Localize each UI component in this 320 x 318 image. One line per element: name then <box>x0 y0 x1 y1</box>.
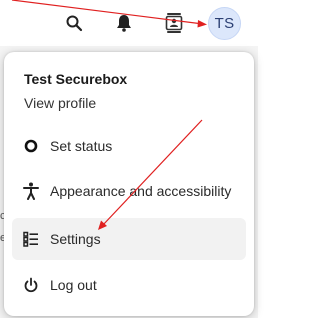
contacts-icon[interactable] <box>161 10 187 36</box>
status-ring-icon <box>21 136 41 156</box>
account-menu: Test Securebox View profile Set status A… <box>4 52 254 316</box>
view-profile-link[interactable]: View profile <box>24 95 96 111</box>
avatar-initials: TS <box>214 15 235 32</box>
menu-item-set-status[interactable]: Set status <box>12 125 246 167</box>
search-icon[interactable] <box>61 10 87 36</box>
bell-icon[interactable] <box>111 10 137 36</box>
menu-item-settings[interactable]: Settings <box>12 218 246 260</box>
menu-item-label: Appearance and accessibility <box>50 183 232 199</box>
menu-item-appearance[interactable]: Appearance and accessibility <box>12 170 246 212</box>
top-bar: TS <box>0 0 258 46</box>
menu-item-log-out[interactable]: Log out <box>12 264 246 306</box>
user-name: Test Securebox <box>24 71 128 87</box>
menu-item-label: Set status <box>50 138 113 154</box>
power-icon <box>21 275 41 295</box>
menu-item-label: Log out <box>50 277 97 293</box>
user-avatar[interactable]: TS <box>208 7 241 40</box>
accessibility-icon <box>21 181 41 201</box>
settings-list-icon <box>21 229 41 249</box>
menu-item-label: Settings <box>50 231 101 247</box>
